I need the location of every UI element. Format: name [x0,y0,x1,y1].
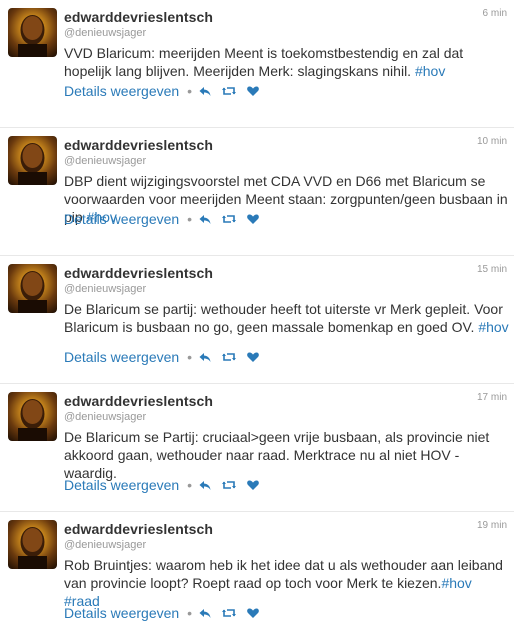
avatar[interactable] [8,392,57,441]
tweet-item[interactable]: edwarddevrieslentsch @denieuwsjager 19 m… [0,512,514,640]
timestamp[interactable]: 10 min [477,136,507,147]
tweet-text: De Blaricum se partij: wethouder heeft t… [64,300,510,336]
reply-icon[interactable] [198,84,212,98]
tweet-item[interactable]: edwarddevrieslentsch @denieuwsjager 15 m… [0,256,514,384]
reply-icon[interactable] [198,350,212,364]
reply-icon[interactable] [198,212,212,226]
tweet-text: VVD Blaricum: meerijden Meent is toekoms… [64,44,510,80]
separator-dot: • [187,477,193,493]
retweet-icon[interactable] [222,212,237,226]
timestamp[interactable]: 6 min [483,8,507,19]
hashtag-link[interactable]: #hov [478,319,508,335]
details-link[interactable]: Details weergeven [64,477,179,493]
handle[interactable]: @denieuwsjager [64,411,146,423]
heart-icon[interactable] [246,212,260,226]
timestamp[interactable]: 17 min [477,392,507,403]
details-link[interactable]: Details weergeven [64,605,179,621]
heart-icon[interactable] [246,350,260,364]
heart-icon[interactable] [246,84,260,98]
retweet-icon[interactable] [222,478,237,492]
handle[interactable]: @denieuwsjager [64,27,146,39]
avatar[interactable] [8,520,57,569]
tweet-actions: Details weergeven • [64,605,270,621]
handle[interactable]: @denieuwsjager [64,155,146,167]
separator-dot: • [187,605,193,621]
tweet-text: De Blaricum se Partij: cruciaal>geen vri… [64,428,510,482]
separator-dot: • [187,349,193,365]
avatar[interactable] [8,264,57,313]
hashtag-link[interactable]: #hov [415,63,445,79]
retweet-icon[interactable] [222,350,237,364]
tweet-text: Rob Bruintjes: waarom heb ik het idee da… [64,556,510,610]
tweet-actions: Details weergeven • [64,477,270,493]
username[interactable]: edwarddevrieslentsch [64,521,213,537]
separator-dot: • [187,211,193,227]
retweet-icon[interactable] [222,606,237,620]
username[interactable]: edwarddevrieslentsch [64,9,213,25]
username[interactable]: edwarddevrieslentsch [64,137,213,153]
handle[interactable]: @denieuwsjager [64,283,146,295]
tweet-feed: edwarddevrieslentsch @denieuwsjager 6 mi… [0,0,514,640]
timestamp[interactable]: 19 min [477,520,507,531]
details-link[interactable]: Details weergeven [64,211,179,227]
tweet-body: Rob Bruintjes: waarom heb ik het idee da… [64,557,503,591]
handle[interactable]: @denieuwsjager [64,539,146,551]
details-link[interactable]: Details weergeven [64,349,179,365]
retweet-icon[interactable] [222,84,237,98]
tweet-actions: Details weergeven • [64,349,270,365]
details-link[interactable]: Details weergeven [64,83,179,99]
tweet-item[interactable]: edwarddevrieslentsch @denieuwsjager 17 m… [0,384,514,512]
reply-icon[interactable] [198,478,212,492]
hashtag-link[interactable]: #hov [441,575,471,591]
heart-icon[interactable] [246,606,260,620]
separator-dot: • [187,83,193,99]
tweet-body: De Blaricum se Partij: cruciaal>geen vri… [64,429,490,481]
reply-icon[interactable] [198,606,212,620]
tweet-body: De Blaricum se partij: wethouder heeft t… [64,301,503,335]
tweet-actions: Details weergeven • [64,83,270,99]
tweet-item[interactable]: edwarddevrieslentsch @denieuwsjager 10 m… [0,128,514,256]
tweet-item[interactable]: edwarddevrieslentsch @denieuwsjager 6 mi… [0,0,514,128]
avatar[interactable] [8,136,57,185]
heart-icon[interactable] [246,478,260,492]
username[interactable]: edwarddevrieslentsch [64,265,213,281]
avatar[interactable] [8,8,57,57]
tweet-actions: Details weergeven • [64,211,270,227]
username[interactable]: edwarddevrieslentsch [64,393,213,409]
tweet-body: VVD Blaricum: meerijden Meent is toekoms… [64,45,464,79]
timestamp[interactable]: 15 min [477,264,507,275]
